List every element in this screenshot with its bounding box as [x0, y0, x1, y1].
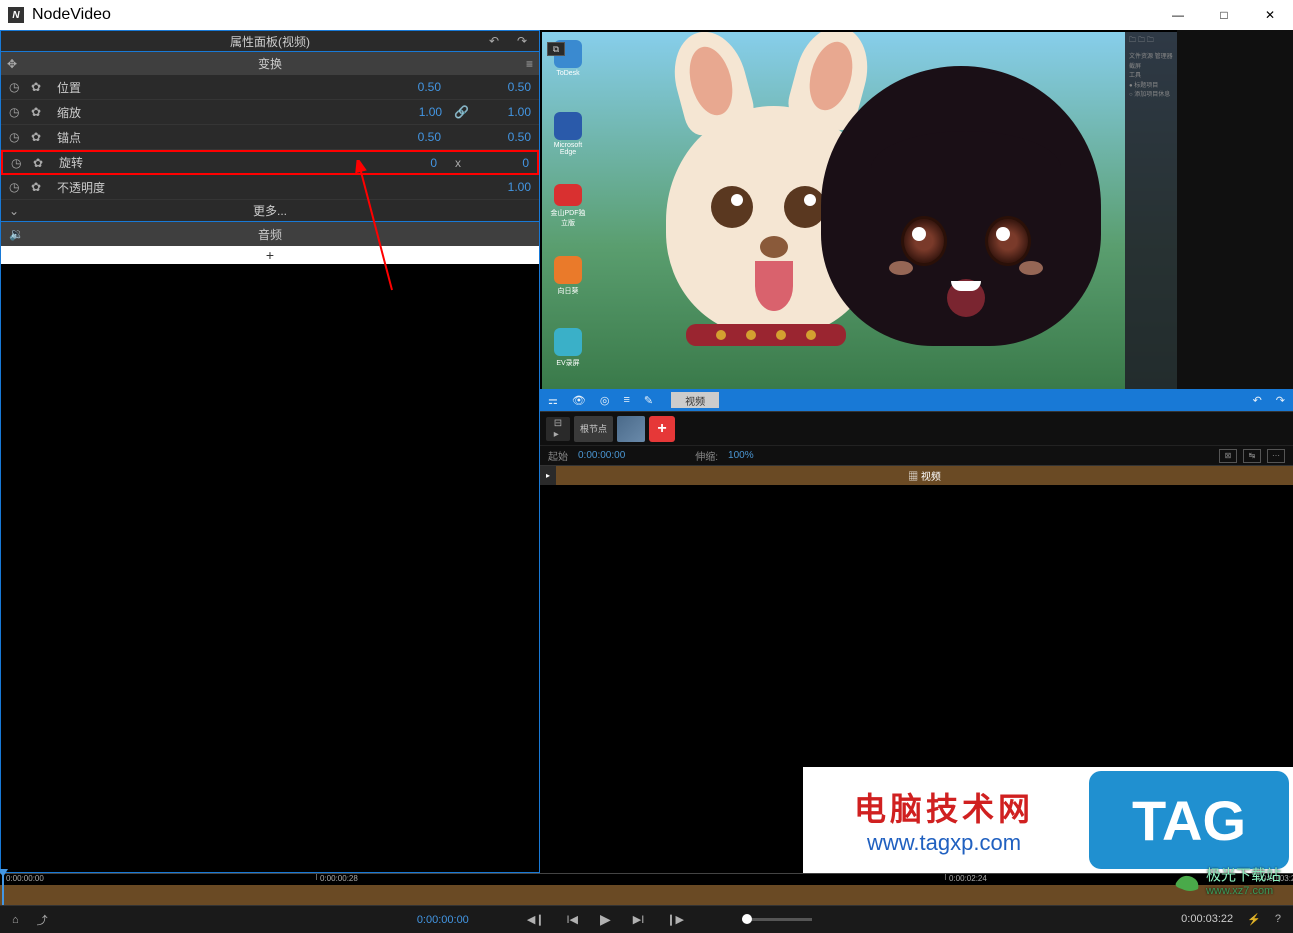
- window-minimize-button[interactable]: —: [1155, 0, 1201, 30]
- hierarchy-icon[interactable]: ⚎: [548, 394, 558, 407]
- panel-title: 属性面板(视频): [230, 33, 310, 50]
- rotation-separator: x: [455, 156, 461, 170]
- titlebar: N NodeVideo — □ ✕: [0, 0, 1293, 30]
- position-row[interactable]: ◷ ✿ 位置 0.50 0.50: [1, 75, 539, 100]
- video-track[interactable]: ▸ ▦ 视频: [540, 465, 1293, 485]
- gear-icon[interactable]: ✿: [31, 80, 47, 94]
- panel-redo-icon[interactable]: ↷: [517, 34, 527, 48]
- desktop-icons: ToDesk Microsoft Edge 金山PDF独立版 向日葵 EV录屏 …: [550, 40, 586, 389]
- list-icon[interactable]: ≡: [623, 394, 629, 406]
- popout-icon[interactable]: ⧉: [547, 42, 565, 56]
- stopwatch-icon[interactable]: ◷: [11, 156, 27, 170]
- preview-redo-icon[interactable]: ↷: [1276, 394, 1285, 407]
- chevron-down-icon: ⌄: [9, 204, 19, 218]
- export-icon[interactable]: ⤴: [37, 912, 48, 928]
- anchor-y-value[interactable]: 0.50: [481, 130, 531, 144]
- anchor-row[interactable]: ◷ ✿ 锚点 0.50 0.50: [1, 125, 539, 150]
- position-x-value[interactable]: 0.50: [391, 80, 441, 94]
- eye-icon[interactable]: 👁: [572, 394, 586, 407]
- volume-control[interactable]: [742, 918, 812, 921]
- desktop-sidebar: 🗀 🗀 🗀 文件资源 管理器 截屏工具● 标题项目○ 添加项目休息: [1125, 32, 1177, 389]
- app-icon: N: [8, 7, 24, 23]
- rotation-row[interactable]: ◷ ✿ 旋转 0 x 0: [1, 150, 539, 175]
- video-clip[interactable]: [617, 416, 645, 442]
- stopwatch-icon[interactable]: ◷: [9, 130, 25, 144]
- rotation-y-value[interactable]: 0: [479, 156, 529, 170]
- track-play-icon[interactable]: ▸: [540, 466, 556, 485]
- scale-x-value[interactable]: 1.00: [392, 105, 442, 119]
- root-clip[interactable]: 根节点: [574, 416, 613, 442]
- audio-section[interactable]: 🔉 音频: [1, 222, 539, 246]
- playback-controls: ⌂ ⤴ 0:00:00:00 ◀❙ I◀ ▶ ▶I ❙▶ 0:00:03:22 …: [0, 905, 1293, 933]
- watermark: 电脑技术网 www.tagxp.com TAG: [803, 767, 1293, 873]
- timeline-area[interactable]: 电脑技术网 www.tagxp.com TAG: [540, 485, 1293, 873]
- anchor-label: 锚点: [57, 129, 391, 146]
- move-icon: ✥: [7, 57, 17, 71]
- more-button[interactable]: ⌄ 更多...: [1, 200, 539, 222]
- add-property-button[interactable]: +: [1, 246, 539, 264]
- prev-keyframe-icon[interactable]: ◀❙: [527, 913, 545, 926]
- panel-header: 属性面板(视频) ↶ ↷: [1, 31, 539, 51]
- position-y-value[interactable]: 0.50: [481, 80, 531, 94]
- home-icon[interactable]: ⌂: [12, 914, 19, 926]
- scale-y-value[interactable]: 1.00: [481, 105, 531, 119]
- preview-toolbar: ⚎ 👁 ◎ ≡ ✎ 视频 ↶ ↷: [540, 389, 1293, 411]
- opacity-row[interactable]: ◷ ✿ 不透明度 1.00: [1, 175, 539, 200]
- help-icon[interactable]: ?: [1275, 913, 1281, 926]
- info-option-1[interactable]: ⊠: [1219, 449, 1237, 463]
- transform-section-header[interactable]: ✥ 变换 ≡: [1, 51, 539, 75]
- flash-icon[interactable]: ⚡: [1247, 913, 1261, 926]
- info-option-3[interactable]: ⋯: [1267, 449, 1285, 463]
- stretch-label: 伸缩:: [695, 448, 718, 463]
- stopwatch-icon[interactable]: ◷: [9, 105, 25, 119]
- properties-panel: 属性面板(视频) ↶ ↷ ✥ 变换 ≡ ◷ ✿ 位置 0.50 0.50 ◷ ✿…: [0, 30, 540, 873]
- clip-bar: ⊟▸ 根节点 +: [540, 411, 1293, 445]
- opacity-label: 不透明度: [57, 179, 481, 196]
- master-timeline[interactable]: 0:00:00:00 0:00:00:28 0:00:02:24 0:00:03…: [0, 873, 1293, 905]
- speaker-icon: 🔉: [9, 227, 24, 241]
- clip-expand-button[interactable]: ⊟▸: [546, 417, 570, 441]
- scale-label: 缩放: [57, 104, 392, 121]
- stopwatch-icon[interactable]: ◷: [9, 80, 25, 94]
- skip-end-icon[interactable]: ▶I: [633, 913, 645, 926]
- rotation-label: 旋转: [59, 154, 387, 171]
- skip-start-icon[interactable]: I◀: [567, 913, 579, 926]
- start-value[interactable]: 0:00:00:00: [578, 450, 625, 461]
- preview-undo-icon[interactable]: ↶: [1253, 394, 1262, 407]
- info-option-2[interactable]: ↹: [1243, 449, 1261, 463]
- current-time[interactable]: 0:00:00:00: [417, 914, 469, 926]
- gear-icon[interactable]: ✿: [31, 130, 47, 144]
- target-icon[interactable]: ◎: [600, 394, 610, 407]
- section-menu-icon[interactable]: ≡: [526, 57, 533, 71]
- next-keyframe-icon[interactable]: ❙▶: [666, 913, 684, 926]
- scale-row[interactable]: ◷ ✿ 缩放 1.00 🔗 1.00: [1, 100, 539, 125]
- window-close-button[interactable]: ✕: [1247, 0, 1293, 30]
- add-clip-button[interactable]: +: [649, 416, 675, 442]
- panel-undo-icon[interactable]: ↶: [489, 34, 499, 48]
- play-icon[interactable]: ▶: [600, 911, 611, 928]
- secondary-watermark: 极光下载站 www.xz7.com: [1172, 864, 1281, 897]
- opacity-value[interactable]: 1.00: [481, 180, 531, 194]
- end-time: 0:00:03:22: [1181, 913, 1233, 926]
- transform-section-title: 变换: [258, 55, 282, 72]
- preview-viewport[interactable]: ToDesk Microsoft Edge 金山PDF独立版 向日葵 EV录屏 …: [542, 32, 1177, 389]
- link-icon[interactable]: 🔗: [454, 105, 469, 119]
- position-label: 位置: [57, 79, 391, 96]
- gear-icon[interactable]: ✿: [31, 105, 47, 119]
- timeline-info-bar: 起始 0:00:00:00 伸缩: 100% ⊠ ↹ ⋯: [540, 445, 1293, 465]
- video-tab[interactable]: 视频: [671, 392, 719, 408]
- rotation-x-value[interactable]: 0: [387, 156, 437, 170]
- start-label: 起始: [548, 448, 568, 463]
- gear-icon[interactable]: ✿: [31, 180, 47, 194]
- window-maximize-button[interactable]: □: [1201, 0, 1247, 30]
- app-title: NodeVideo: [32, 6, 111, 24]
- anchor-x-value[interactable]: 0.50: [391, 130, 441, 144]
- pencil-icon[interactable]: ✎: [644, 394, 653, 407]
- gear-icon[interactable]: ✿: [33, 156, 49, 170]
- stopwatch-icon[interactable]: ◷: [9, 180, 25, 194]
- playhead[interactable]: [2, 873, 4, 905]
- stretch-value[interactable]: 100%: [728, 450, 754, 461]
